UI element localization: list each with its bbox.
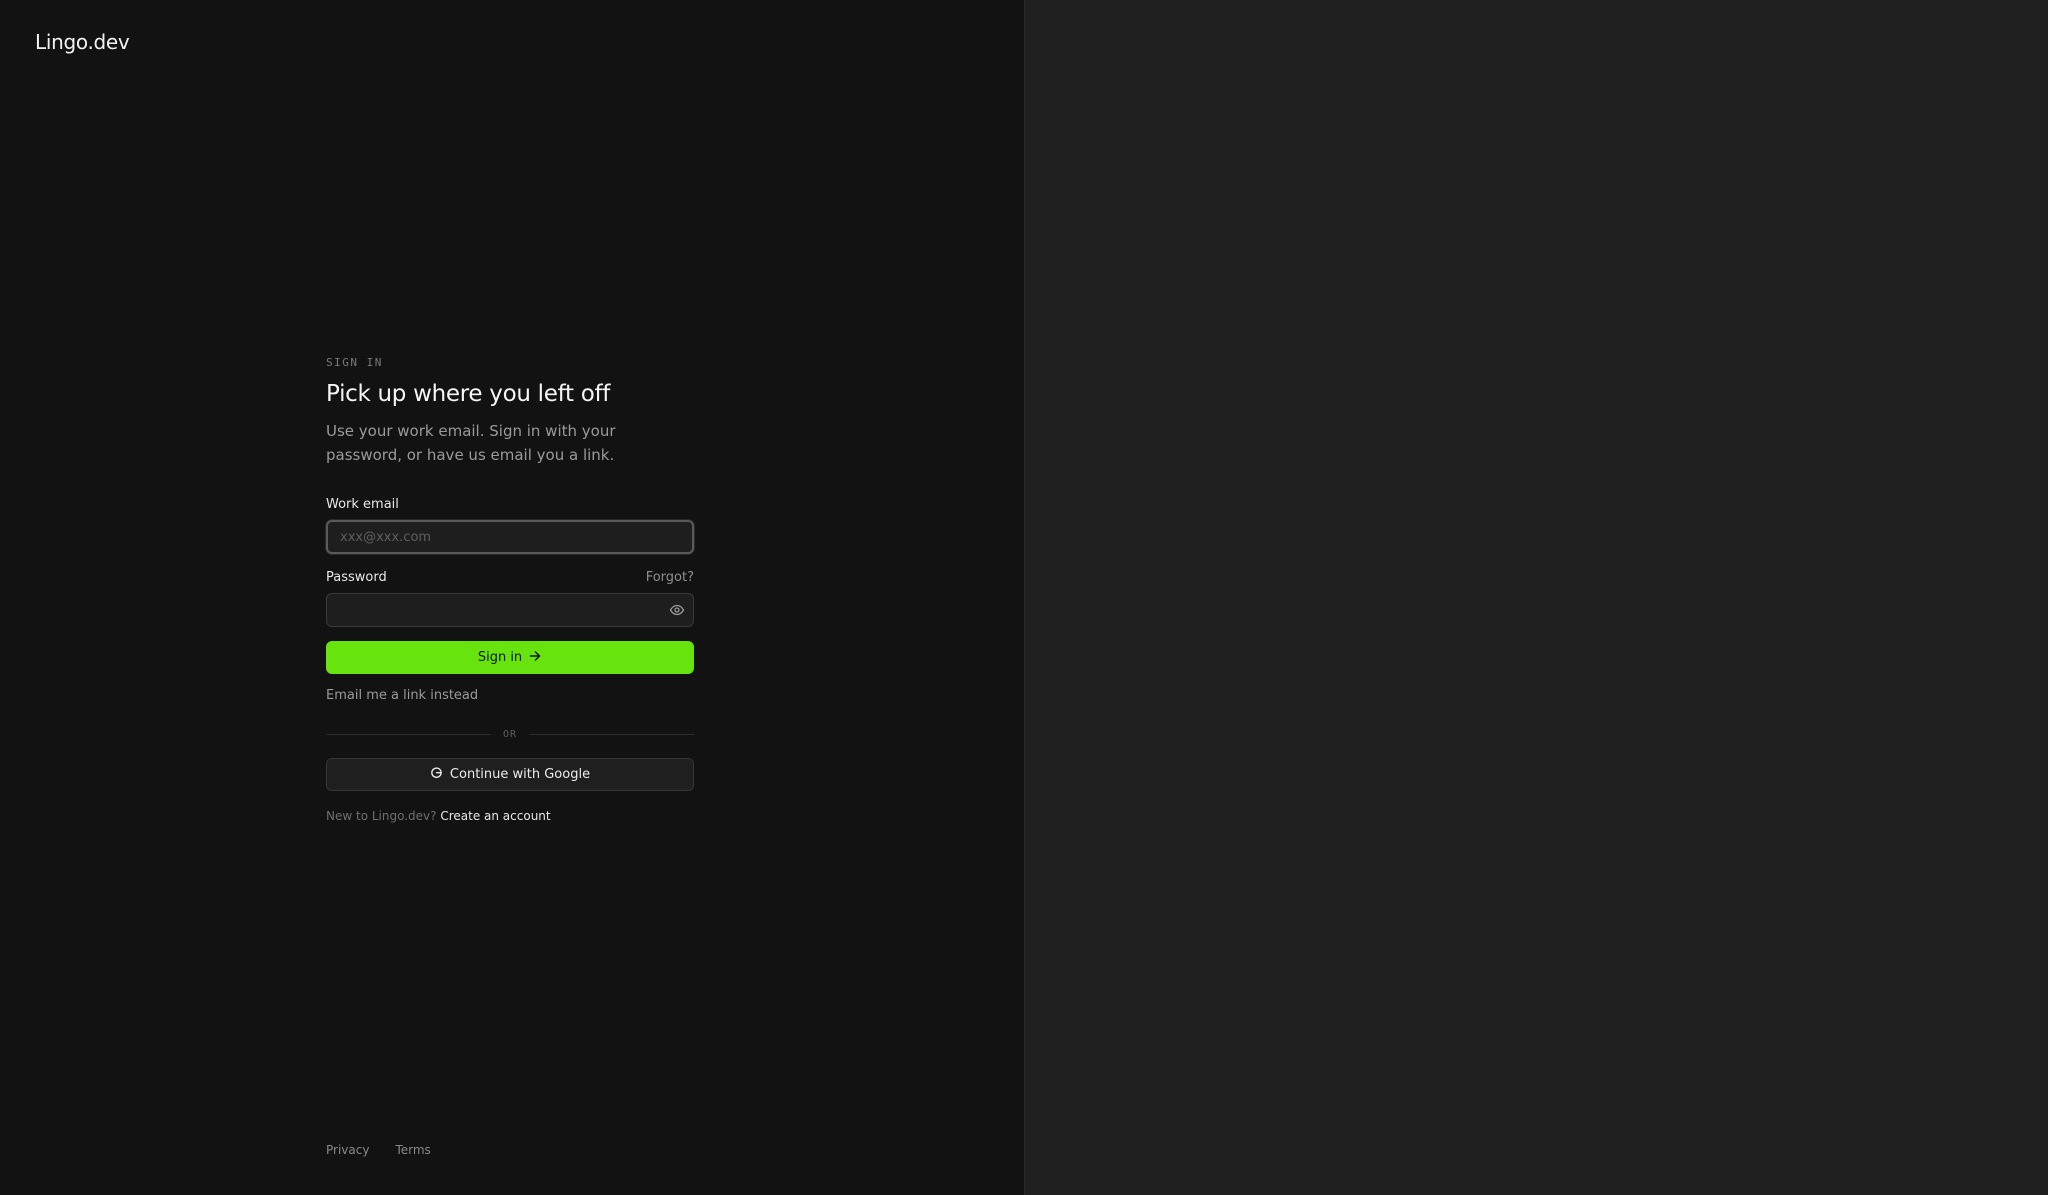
privacy-link[interactable]: Privacy — [326, 1143, 369, 1157]
google-sign-in-button[interactable]: Continue with Google — [326, 758, 694, 791]
eye-icon[interactable] — [669, 602, 685, 618]
sign-in-form: SIGN IN Pick up where you left off Use y… — [326, 356, 695, 823]
password-label: Password — [326, 570, 387, 585]
divider-line-right — [529, 734, 695, 735]
form-eyebrow: SIGN IN — [326, 356, 383, 369]
password-field[interactable] — [326, 593, 694, 627]
terms-link[interactable]: Terms — [395, 1143, 430, 1157]
google-button-label: Continue with Google — [449, 767, 591, 782]
showcase-panel — [1024, 0, 2048, 1195]
footer-links: Privacy Terms — [326, 1143, 431, 1157]
arrow-right-icon — [528, 649, 542, 667]
divider-label: OR — [502, 729, 518, 740]
sign-in-button-label: Sign in — [477, 650, 523, 665]
email-magic-link[interactable]: Email me a link instead — [326, 688, 694, 703]
brand-logo[interactable]: Lingo.dev — [35, 30, 130, 54]
google-icon — [430, 766, 443, 783]
password-label-row: Password Forgot? — [326, 570, 694, 585]
signup-prompt: New to Lingo.dev? — [326, 809, 437, 823]
page-subtitle: Use your work email. Sign in with your p… — [326, 422, 616, 464]
forgot-password-link[interactable]: Forgot? — [646, 570, 694, 585]
create-account-link[interactable]: Create an account — [440, 809, 550, 823]
signup-prompt-row: New to Lingo.dev? Create an account — [326, 809, 694, 823]
email-field-wrapper — [326, 520, 694, 554]
password-field-wrapper — [326, 593, 694, 627]
auth-panel: Lingo.dev SIGN IN Pick up where you left… — [0, 0, 1024, 1195]
email-label: Work email — [326, 497, 399, 512]
or-divider: OR — [326, 729, 695, 740]
sign-in-button[interactable]: Sign in — [326, 641, 694, 674]
email-field[interactable] — [326, 520, 694, 554]
page-title: Pick up where you left off — [326, 381, 611, 407]
divider-line-left — [326, 734, 491, 735]
email-label-row: Work email — [326, 497, 694, 512]
